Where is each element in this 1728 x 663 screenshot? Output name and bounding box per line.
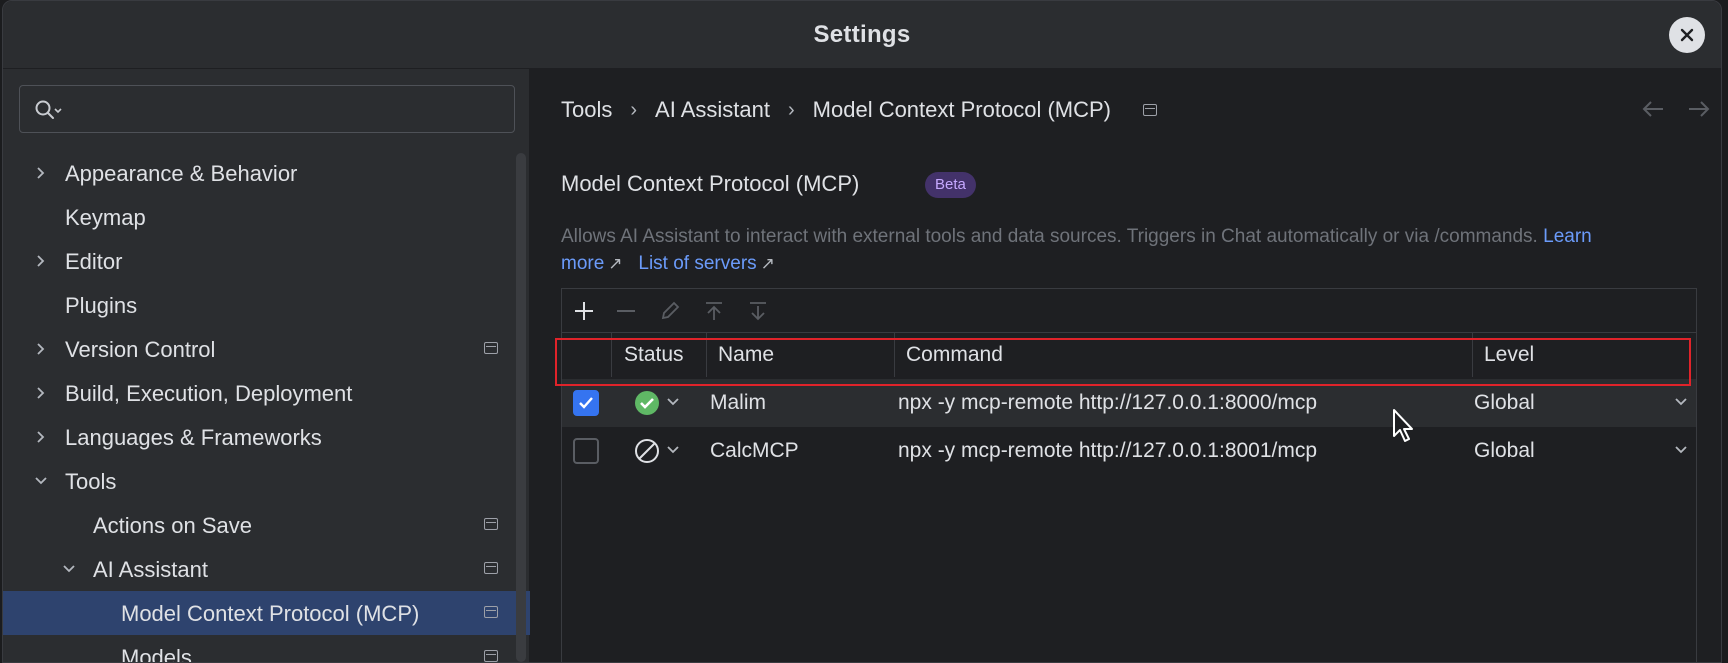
sidebar-item-label: Keymap [65, 205, 146, 230]
server-name: CalcMCP [710, 439, 799, 462]
sidebar-item-label: Plugins [65, 293, 138, 318]
sidebar-item-actions-on-save[interactable]: Actions on Save [3, 503, 530, 547]
sidebar-item-label: Actions on Save [93, 513, 252, 538]
pin-icon [484, 518, 498, 530]
sidebar-item-label: Model Context Protocol (MCP) [121, 601, 420, 626]
chevron-down-icon[interactable] [1674, 445, 1688, 455]
sidebar-item-model-context-protocol-mcp[interactable]: Model Context Protocol (MCP) [3, 591, 530, 635]
sidebar-item-appearance-behavior[interactable]: Appearance & Behavior [3, 151, 530, 195]
sidebar-item-label: Appearance & Behavior [65, 161, 298, 186]
sidebar-item-tools[interactable]: Tools [3, 459, 530, 503]
close-button[interactable] [1669, 17, 1705, 53]
description-text: Allows AI Assistant to interact with ext… [561, 226, 1538, 247]
enabled-checkbox[interactable] [573, 390, 599, 416]
pin-icon [1142, 104, 1157, 116]
dialog-title: Settings [813, 21, 911, 48]
mcp-servers-panel: Status Name Command Level Malim npx -y m… [561, 288, 1697, 662]
server-level[interactable]: Global [1474, 439, 1535, 463]
navigation-arrows [1641, 99, 1711, 119]
server-level[interactable]: Global [1474, 391, 1535, 415]
sidebar-item-languages-frameworks[interactable]: Languages & Frameworks [3, 415, 530, 459]
server-command: npx -y mcp-remote http://127.0.0.1:8001/… [898, 439, 1318, 462]
breadcrumb-separator: › [630, 98, 638, 121]
forward-arrow-icon[interactable] [1687, 99, 1711, 119]
sidebar-item-plugins[interactable]: Plugins [3, 283, 530, 327]
settings-content: Tools › AI Assistant › Model Context Pro… [531, 69, 1721, 662]
move-up-button[interactable] [702, 299, 726, 323]
sidebar-item-label: Models [121, 645, 192, 663]
table-row[interactable]: CalcMCP npx -y mcp-remote http://127.0.0… [562, 427, 1696, 475]
add-icon [575, 302, 593, 320]
close-icon [1680, 28, 1694, 42]
chevron-right-icon[interactable] [33, 165, 49, 181]
breadcrumb-separator: › [787, 98, 795, 121]
edit-icon [661, 301, 680, 320]
settings-sidebar: Appearance & Behavior Keymap Editor Plugins… [3, 69, 530, 662]
sidebar-item-label: Languages & Frameworks [65, 425, 322, 450]
pin-icon [484, 606, 498, 618]
column-name[interactable]: Name [718, 343, 774, 367]
chevron-down-icon[interactable] [666, 445, 680, 455]
move-down-button[interactable] [746, 299, 770, 323]
sidebar-item-label: Version Control [65, 337, 216, 362]
chevron-right-icon[interactable] [33, 385, 49, 401]
sidebar-item-label: AI Assistant [93, 557, 208, 582]
breadcrumb: Tools › AI Assistant › Model Context Pro… [561, 97, 1157, 123]
pin-icon [484, 562, 498, 574]
external-link-icon: ↗ [608, 254, 623, 273]
settings-tree: Appearance & Behavior Keymap Editor Plugins… [3, 151, 530, 663]
chevron-right-icon[interactable] [33, 341, 49, 357]
sidebar-item-ai-assistant[interactable]: AI Assistant [3, 547, 530, 591]
sidebar-item-keymap[interactable]: Keymap [3, 195, 530, 239]
breadcrumb-tools[interactable]: Tools [561, 97, 612, 123]
beta-badge: Beta [925, 172, 976, 198]
check-circle-icon [635, 391, 659, 415]
breadcrumb-ai-assistant[interactable]: AI Assistant [655, 97, 770, 123]
server-name: Malim [710, 391, 766, 414]
pin-icon [484, 650, 498, 662]
remove-icon [617, 310, 635, 312]
sidebar-item-version-control[interactable]: Version Control [3, 327, 530, 371]
sidebar-scrollbar[interactable] [516, 153, 526, 662]
chevron-right-icon[interactable] [33, 253, 49, 269]
enabled-checkbox[interactable] [573, 438, 599, 464]
back-arrow-icon[interactable] [1641, 99, 1665, 119]
chevron-down-icon[interactable] [666, 397, 680, 407]
chevron-right-icon[interactable] [33, 429, 49, 445]
remove-button[interactable] [614, 299, 638, 323]
column-level[interactable]: Level [1484, 343, 1534, 367]
move-down-icon [750, 302, 766, 321]
sidebar-item-label: Build, Execution, Deployment [65, 381, 353, 406]
table-header: Status Name Command Level [562, 333, 1696, 377]
title-bar: Settings [3, 1, 1721, 69]
chevron-down-icon[interactable] [1674, 397, 1688, 407]
breadcrumb-mcp: Model Context Protocol (MCP) [812, 97, 1111, 122]
table-row[interactable]: Malim npx -y mcp-remote http://127.0.0.1… [562, 379, 1696, 427]
server-command: npx -y mcp-remote http://127.0.0.1:8000/… [898, 391, 1318, 414]
sidebar-item-label: Editor [65, 249, 123, 274]
search-icon [35, 100, 62, 119]
column-command[interactable]: Command [906, 343, 1003, 367]
sidebar-item-label: Tools [65, 469, 117, 494]
external-link-icon: ↗ [760, 254, 775, 273]
settings-dialog: Settings Appearance & Behavior Keymap Edit… [2, 0, 1722, 663]
description: Allows AI Assistant to interact with ext… [561, 223, 1611, 277]
sidebar-item-editor[interactable]: Editor [3, 239, 530, 283]
chevron-down-icon[interactable] [33, 473, 49, 489]
edit-button[interactable] [658, 299, 682, 323]
page-title: Model Context Protocol (MCP) [561, 171, 860, 196]
sidebar-item-models[interactable]: Models [3, 635, 530, 663]
list-of-servers-link[interactable]: List of servers ↗ [638, 253, 775, 274]
pin-icon [484, 342, 498, 354]
sidebar-item-build-execution-deployment[interactable]: Build, Execution, Deployment [3, 371, 530, 415]
search-input[interactable] [19, 85, 515, 133]
move-up-icon [706, 302, 722, 320]
chevron-down-icon[interactable] [61, 561, 77, 577]
table-toolbar [562, 289, 1696, 333]
column-status[interactable]: Status [624, 343, 684, 367]
disabled-circle-icon [635, 439, 659, 463]
checkmark-icon [579, 397, 593, 409]
add-button[interactable] [572, 299, 596, 323]
